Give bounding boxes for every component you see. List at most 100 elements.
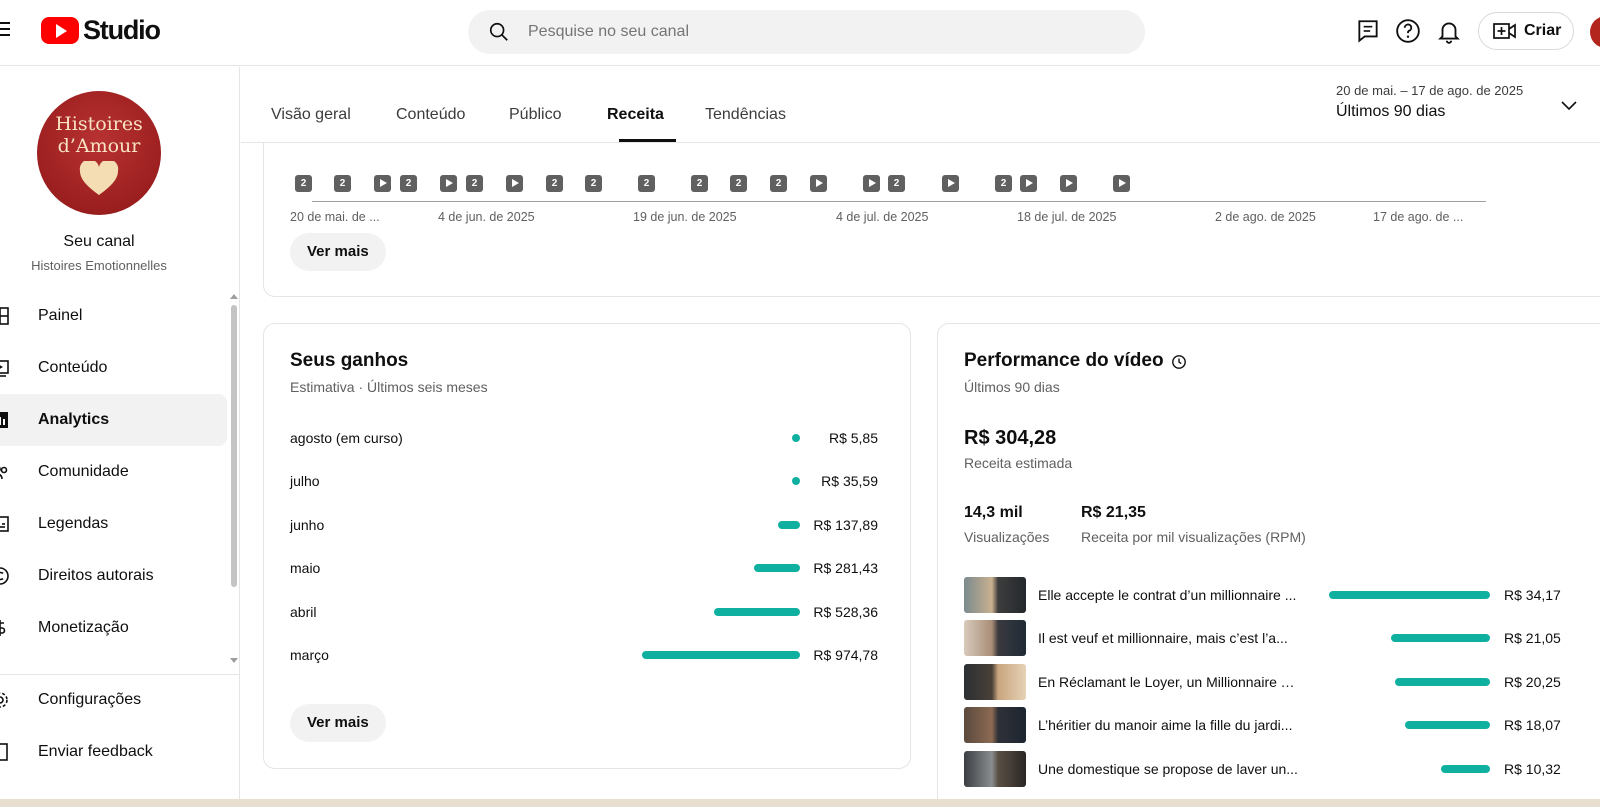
channel-avatar[interactable]: Histoires d’Amour xyxy=(37,91,161,215)
analytics-icon xyxy=(0,412,8,428)
earnings-row: maio R$ 281,43 xyxy=(290,558,878,578)
notifications-bell-icon[interactable] xyxy=(1436,18,1462,44)
search-icon xyxy=(489,22,508,41)
video-thumbnail[interactable] xyxy=(964,750,1026,787)
grouped-event-marker[interactable]: 2 xyxy=(585,175,602,192)
video-row[interactable]: Elle accepte le contrat d’un millionnair… xyxy=(964,577,1564,613)
tab-tendencias[interactable]: Tendências xyxy=(705,106,786,124)
tab-receita[interactable]: Receita xyxy=(607,106,664,124)
video-revenue-value: R$ 34,17 xyxy=(1504,587,1561,603)
video-published-marker-icon[interactable] xyxy=(810,175,827,192)
video-title[interactable]: Une domestique se propose de laver un... xyxy=(1038,761,1298,777)
sidebar-item-label: Enviar feedback xyxy=(38,743,153,760)
grouped-event-marker[interactable]: 2 xyxy=(770,175,787,192)
earnings-bar xyxy=(754,564,800,573)
video-published-marker-icon[interactable] xyxy=(440,175,457,192)
scroll-up-arrow-icon[interactable] xyxy=(230,294,238,299)
tab-conteudo[interactable]: Conteúdo xyxy=(396,106,465,124)
video-published-marker-icon[interactable] xyxy=(1113,175,1130,192)
sidebar-item-analytics[interactable]: Analytics xyxy=(0,394,227,446)
sidebar-item-label: Direitos autorais xyxy=(38,567,154,584)
sidebar-item-monetizacao[interactable]: Monetização xyxy=(0,602,227,654)
video-revenue-bar xyxy=(1441,764,1490,773)
earnings-value: R$ 137,89 xyxy=(813,516,878,533)
sidebar-item-comunidade[interactable]: Comunidade xyxy=(0,446,227,498)
see-more-button[interactable]: Ver mais xyxy=(290,704,386,742)
axis-tick-label: 4 de jun. de 2025 xyxy=(438,210,535,224)
video-title[interactable]: Elle accepte le contrat d’un millionnair… xyxy=(1038,587,1298,603)
sidebar-item-label: Analytics xyxy=(38,411,110,428)
grouped-event-marker[interactable]: 2 xyxy=(400,175,417,192)
video-thumbnail[interactable] xyxy=(964,620,1026,657)
video-published-marker-icon[interactable] xyxy=(1020,175,1037,192)
sidebar-item-enviar-feedback[interactable]: Enviar feedback xyxy=(0,726,227,778)
sidebar-item-conteudo[interactable]: Conteúdo xyxy=(0,342,227,394)
account-avatar[interactable] xyxy=(1590,16,1600,48)
video-published-marker-icon[interactable] xyxy=(506,175,523,192)
sidebar-scrollbar[interactable] xyxy=(231,305,237,587)
earnings-month-label: maio xyxy=(290,560,321,577)
video-title[interactable]: Il est veuf et millionnaire, mais c’est … xyxy=(1038,630,1298,646)
grouped-event-marker[interactable]: 2 xyxy=(334,175,351,192)
grouped-event-marker[interactable]: 2 xyxy=(466,175,483,192)
earnings-row: agosto (em curso) R$ 5,85 xyxy=(290,428,878,448)
menu-icon[interactable] xyxy=(0,22,10,38)
performance-subtitle: Últimos 90 dias xyxy=(964,379,1060,395)
video-thumbnail[interactable] xyxy=(964,663,1026,700)
earnings-value: R$ 5,85 xyxy=(828,430,878,446)
grouped-event-marker[interactable]: 2 xyxy=(546,175,563,192)
create-label: Criar xyxy=(1524,22,1562,39)
grouped-event-marker[interactable]: 2 xyxy=(995,175,1012,192)
comments-icon[interactable] xyxy=(1355,18,1381,44)
video-thumbnail[interactable] xyxy=(964,707,1026,744)
sidebar-item-direitos-autorais[interactable]: Direitos autorais xyxy=(0,550,227,602)
chevron-down-icon[interactable] xyxy=(1561,101,1577,111)
grouped-event-marker[interactable]: 2 xyxy=(638,175,655,192)
main-content: 2 2 2 2 2 2 2 2 2 2 2 2 20 de mai. de ... 4 de jun.… xyxy=(241,67,1600,807)
earnings-card: Seus ganhos Estimativa · Últimos seis me… xyxy=(263,323,911,769)
channel-title: Seu canal xyxy=(63,233,135,250)
earnings-value: R$ 528,36 xyxy=(813,603,878,620)
video-row[interactable]: En Réclamant le Loyer, un Millionnaire T… xyxy=(964,663,1564,700)
see-more-button[interactable]: Ver mais xyxy=(290,233,386,271)
video-row[interactable]: Une domestique se propose de laver un...… xyxy=(964,750,1564,787)
create-button[interactable]: Criar xyxy=(1478,12,1574,50)
youtube-studio-logo[interactable]: Studio xyxy=(41,15,161,46)
date-range-dates[interactable]: 20 de mai. – 17 de ago. de 2025 xyxy=(1336,83,1523,98)
scroll-down-arrow-icon[interactable] xyxy=(230,658,238,663)
search-bar[interactable] xyxy=(468,10,1145,54)
sidebar-item-configuracoes[interactable]: Configurações xyxy=(0,674,227,726)
search-input[interactable] xyxy=(528,10,1108,54)
video-published-marker-icon[interactable] xyxy=(942,175,959,192)
date-range-label[interactable]: Últimos 90 dias xyxy=(1336,103,1445,121)
sidebar-item-painel[interactable]: Painel xyxy=(0,290,227,342)
axis-tick-label: 4 de jul. de 2025 xyxy=(836,210,929,224)
video-revenue-bar xyxy=(1329,591,1490,599)
earnings-row: junho R$ 137,89 xyxy=(290,515,878,535)
views-label: Visualizações xyxy=(964,529,1050,545)
earnings-month-label: julho xyxy=(290,473,320,490)
estimated-revenue-label: Receita estimada xyxy=(964,455,1073,471)
video-published-marker-icon[interactable] xyxy=(374,175,391,192)
help-icon[interactable] xyxy=(1395,18,1421,44)
video-published-marker-icon[interactable] xyxy=(863,175,880,192)
video-thumbnail[interactable] xyxy=(964,577,1026,613)
tab-visao-geral[interactable]: Visão geral xyxy=(271,106,351,124)
subtitles-icon xyxy=(0,516,9,532)
axis-tick-label: 19 de jun. de 2025 xyxy=(633,210,737,224)
grouped-event-marker[interactable]: 2 xyxy=(730,175,747,192)
active-tab-indicator xyxy=(619,139,676,142)
sidebar-item-legendas[interactable]: Legendas xyxy=(0,498,227,550)
video-published-marker-icon[interactable] xyxy=(1060,175,1077,192)
video-row[interactable]: L’héritier du manoir aime la fille du ja… xyxy=(964,707,1564,744)
grouped-event-marker[interactable]: 2 xyxy=(691,175,708,192)
video-title[interactable]: En Réclamant le Loyer, un Millionnaire T… xyxy=(1038,674,1298,690)
tab-publico[interactable]: Público xyxy=(509,106,561,124)
video-title[interactable]: L’héritier du manoir aime la fille du ja… xyxy=(1038,717,1298,733)
video-row[interactable]: Il est veuf et millionnaire, mais c’est … xyxy=(964,620,1564,657)
clock-icon[interactable] xyxy=(1171,354,1187,370)
brand-label: Studio xyxy=(83,15,161,45)
channel-name: Histoires Emotionnelles xyxy=(31,258,167,273)
grouped-event-marker[interactable]: 2 xyxy=(888,175,905,192)
grouped-event-marker[interactable]: 2 xyxy=(295,175,312,192)
